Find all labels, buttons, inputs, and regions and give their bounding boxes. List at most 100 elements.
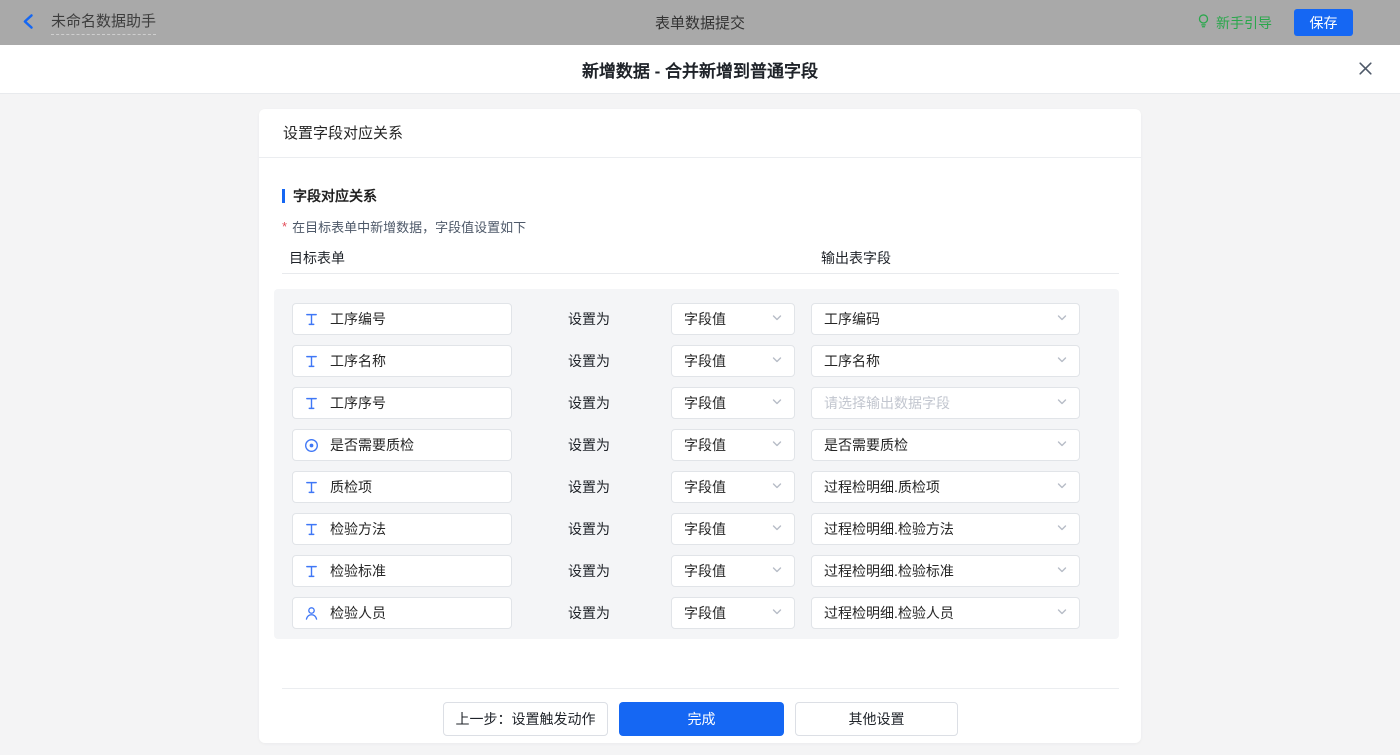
required-asterisk: *: [282, 219, 287, 234]
other-settings-button[interactable]: 其他设置: [795, 702, 958, 736]
mapping-row: 检验标准 设置为 字段值 过程检明细.检验标准: [292, 555, 1119, 587]
chevron-down-icon: [771, 311, 783, 327]
mapping-row: 检验人员 设置为 字段值 过程检明细.检验人员: [292, 597, 1119, 629]
assistant-name[interactable]: 未命名数据助手: [51, 10, 156, 35]
mapping-row: 质检项 设置为 字段值 过程检明细.质检项: [292, 471, 1119, 503]
page-title: 表单数据提交: [0, 12, 1400, 33]
output-field-selected: 过程检明细.检验方法: [824, 519, 954, 539]
set-as-label: 设置为: [568, 519, 612, 539]
target-field-select[interactable]: 检验方法: [292, 513, 512, 545]
set-as-label: 设置为: [568, 603, 612, 623]
text-field-icon: [304, 522, 319, 537]
chevron-down-icon: [1056, 395, 1068, 411]
output-field-dropdown[interactable]: 工序编码: [811, 303, 1080, 335]
target-field-select[interactable]: 是否需要质检: [292, 429, 512, 461]
target-field-select[interactable]: 工序名称: [292, 345, 512, 377]
back-chevron-icon: [20, 13, 37, 33]
value-mode-dropdown[interactable]: 字段值: [671, 555, 795, 587]
close-icon[interactable]: [1357, 60, 1374, 77]
output-field-dropdown[interactable]: 工序名称: [811, 345, 1080, 377]
value-mode-selected: 字段值: [684, 477, 726, 497]
chevron-down-icon: [771, 563, 783, 579]
output-field-selected: 请选择输出数据字段: [824, 393, 950, 413]
target-field-label: 质检项: [330, 477, 372, 497]
value-mode-selected: 字段值: [684, 393, 726, 413]
set-as-label: 设置为: [568, 309, 612, 329]
output-field-dropdown[interactable]: 过程检明细.检验标准: [811, 555, 1080, 587]
target-field-label: 检验方法: [330, 519, 386, 539]
footer-actions: 上一步：设置触发动作 完成 其他设置: [282, 688, 1119, 743]
value-mode-dropdown[interactable]: 字段值: [671, 429, 795, 461]
mapping-row: 是否需要质检设置为字段值是否需要质检: [292, 429, 1119, 461]
section-title-text: 字段对应关系: [293, 186, 377, 206]
target-field-select[interactable]: 工序序号: [292, 387, 512, 419]
chevron-down-icon: [771, 605, 783, 621]
target-field-label: 检验标准: [330, 561, 386, 581]
mapping-row: 工序编号 设置为 字段值 工序编码: [292, 303, 1119, 335]
target-field-select[interactable]: 检验标准: [292, 555, 512, 587]
chevron-down-icon: [771, 437, 783, 453]
lightbulb-icon: [1196, 13, 1211, 32]
output-field-dropdown[interactable]: 请选择输出数据字段: [811, 387, 1080, 419]
target-field-label: 工序序号: [330, 393, 386, 413]
chevron-down-icon: [1056, 353, 1068, 369]
mapping-row: 检验方法 设置为 字段值 过程检明细.检验方法: [292, 513, 1119, 545]
hint-row: * 在目标表单中新增数据，字段值设置如下: [282, 217, 1119, 236]
done-button[interactable]: 完成: [619, 702, 784, 736]
target-field-select[interactable]: 质检项: [292, 471, 512, 503]
target-field-label: 工序编号: [330, 309, 386, 329]
person-field-icon: [304, 606, 319, 621]
target-field-label: 工序名称: [330, 351, 386, 371]
output-field-selected: 是否需要质检: [824, 435, 908, 455]
output-field-selected: 过程检明细.检验人员: [824, 603, 954, 623]
target-field-select[interactable]: 检验人员: [292, 597, 512, 629]
back-button[interactable]: [20, 13, 37, 33]
beginner-guide-label: 新手引导: [1216, 13, 1272, 33]
set-as-label: 设置为: [568, 393, 612, 413]
chevron-down-icon: [1056, 311, 1068, 327]
column-header-output-fields: 输出表字段: [821, 248, 891, 268]
target-field-select[interactable]: 工序编号: [292, 303, 512, 335]
beginner-guide-link[interactable]: 新手引导: [1196, 13, 1272, 33]
chevron-down-icon: [771, 521, 783, 537]
value-mode-dropdown[interactable]: 字段值: [671, 303, 795, 335]
value-mode-selected: 字段值: [684, 561, 726, 581]
top-bar: 未命名数据助手 表单数据提交 新手引导 保存: [0, 0, 1400, 45]
set-as-label: 设置为: [568, 561, 612, 581]
set-as-label: 设置为: [568, 477, 612, 497]
previous-step-button[interactable]: 上一步：设置触发动作: [443, 702, 608, 736]
value-mode-selected: 字段值: [684, 309, 726, 329]
value-mode-dropdown[interactable]: 字段值: [671, 387, 795, 419]
column-header-target-form: 目标表单: [289, 248, 345, 268]
value-mode-dropdown[interactable]: 字段值: [671, 345, 795, 377]
mapping-row: 工序名称 设置为 字段值 工序名称: [292, 345, 1119, 377]
column-headers: 目标表单 输出表字段: [282, 248, 1119, 274]
output-field-dropdown[interactable]: 过程检明细.检验人员: [811, 597, 1080, 629]
output-field-dropdown[interactable]: 过程检明细.质检项: [811, 471, 1080, 503]
value-mode-selected: 字段值: [684, 519, 726, 539]
output-field-selected: 工序名称: [824, 351, 880, 371]
value-mode-dropdown[interactable]: 字段值: [671, 471, 795, 503]
output-field-selected: 工序编码: [824, 309, 880, 329]
value-mode-dropdown[interactable]: 字段值: [671, 597, 795, 629]
output-field-selected: 过程检明细.质检项: [824, 477, 940, 497]
chevron-down-icon: [1056, 563, 1068, 579]
value-mode-dropdown[interactable]: 字段值: [671, 513, 795, 545]
chevron-down-icon: [1056, 437, 1068, 453]
section-title: 字段对应关系: [282, 186, 1119, 206]
field-mapping-rows: 工序编号设置为字段值工序编码工序名称设置为字段值工序名称工序序号设置为字段值请选…: [274, 289, 1119, 639]
chevron-down-icon: [1056, 521, 1068, 537]
mapping-row: 工序序号 设置为 字段值 请选择输出数据字段: [292, 387, 1119, 419]
save-button[interactable]: 保存: [1294, 9, 1353, 36]
field-mapping-card: 设置字段对应关系 字段对应关系 * 在目标表单中新增数据，字段值设置如下 目标表…: [259, 109, 1141, 743]
value-mode-selected: 字段值: [684, 603, 726, 623]
target-field-label: 检验人员: [330, 603, 386, 623]
set-as-label: 设置为: [568, 351, 612, 371]
output-field-dropdown[interactable]: 过程检明细.检验方法: [811, 513, 1080, 545]
dialog-body: 设置字段对应关系 字段对应关系 * 在目标表单中新增数据，字段值设置如下 目标表…: [0, 109, 1400, 755]
text-field-icon: [304, 480, 319, 495]
text-field-icon: [304, 312, 319, 327]
output-field-dropdown[interactable]: 是否需要质检: [811, 429, 1080, 461]
chevron-down-icon: [771, 395, 783, 411]
chevron-down-icon: [1056, 605, 1068, 621]
